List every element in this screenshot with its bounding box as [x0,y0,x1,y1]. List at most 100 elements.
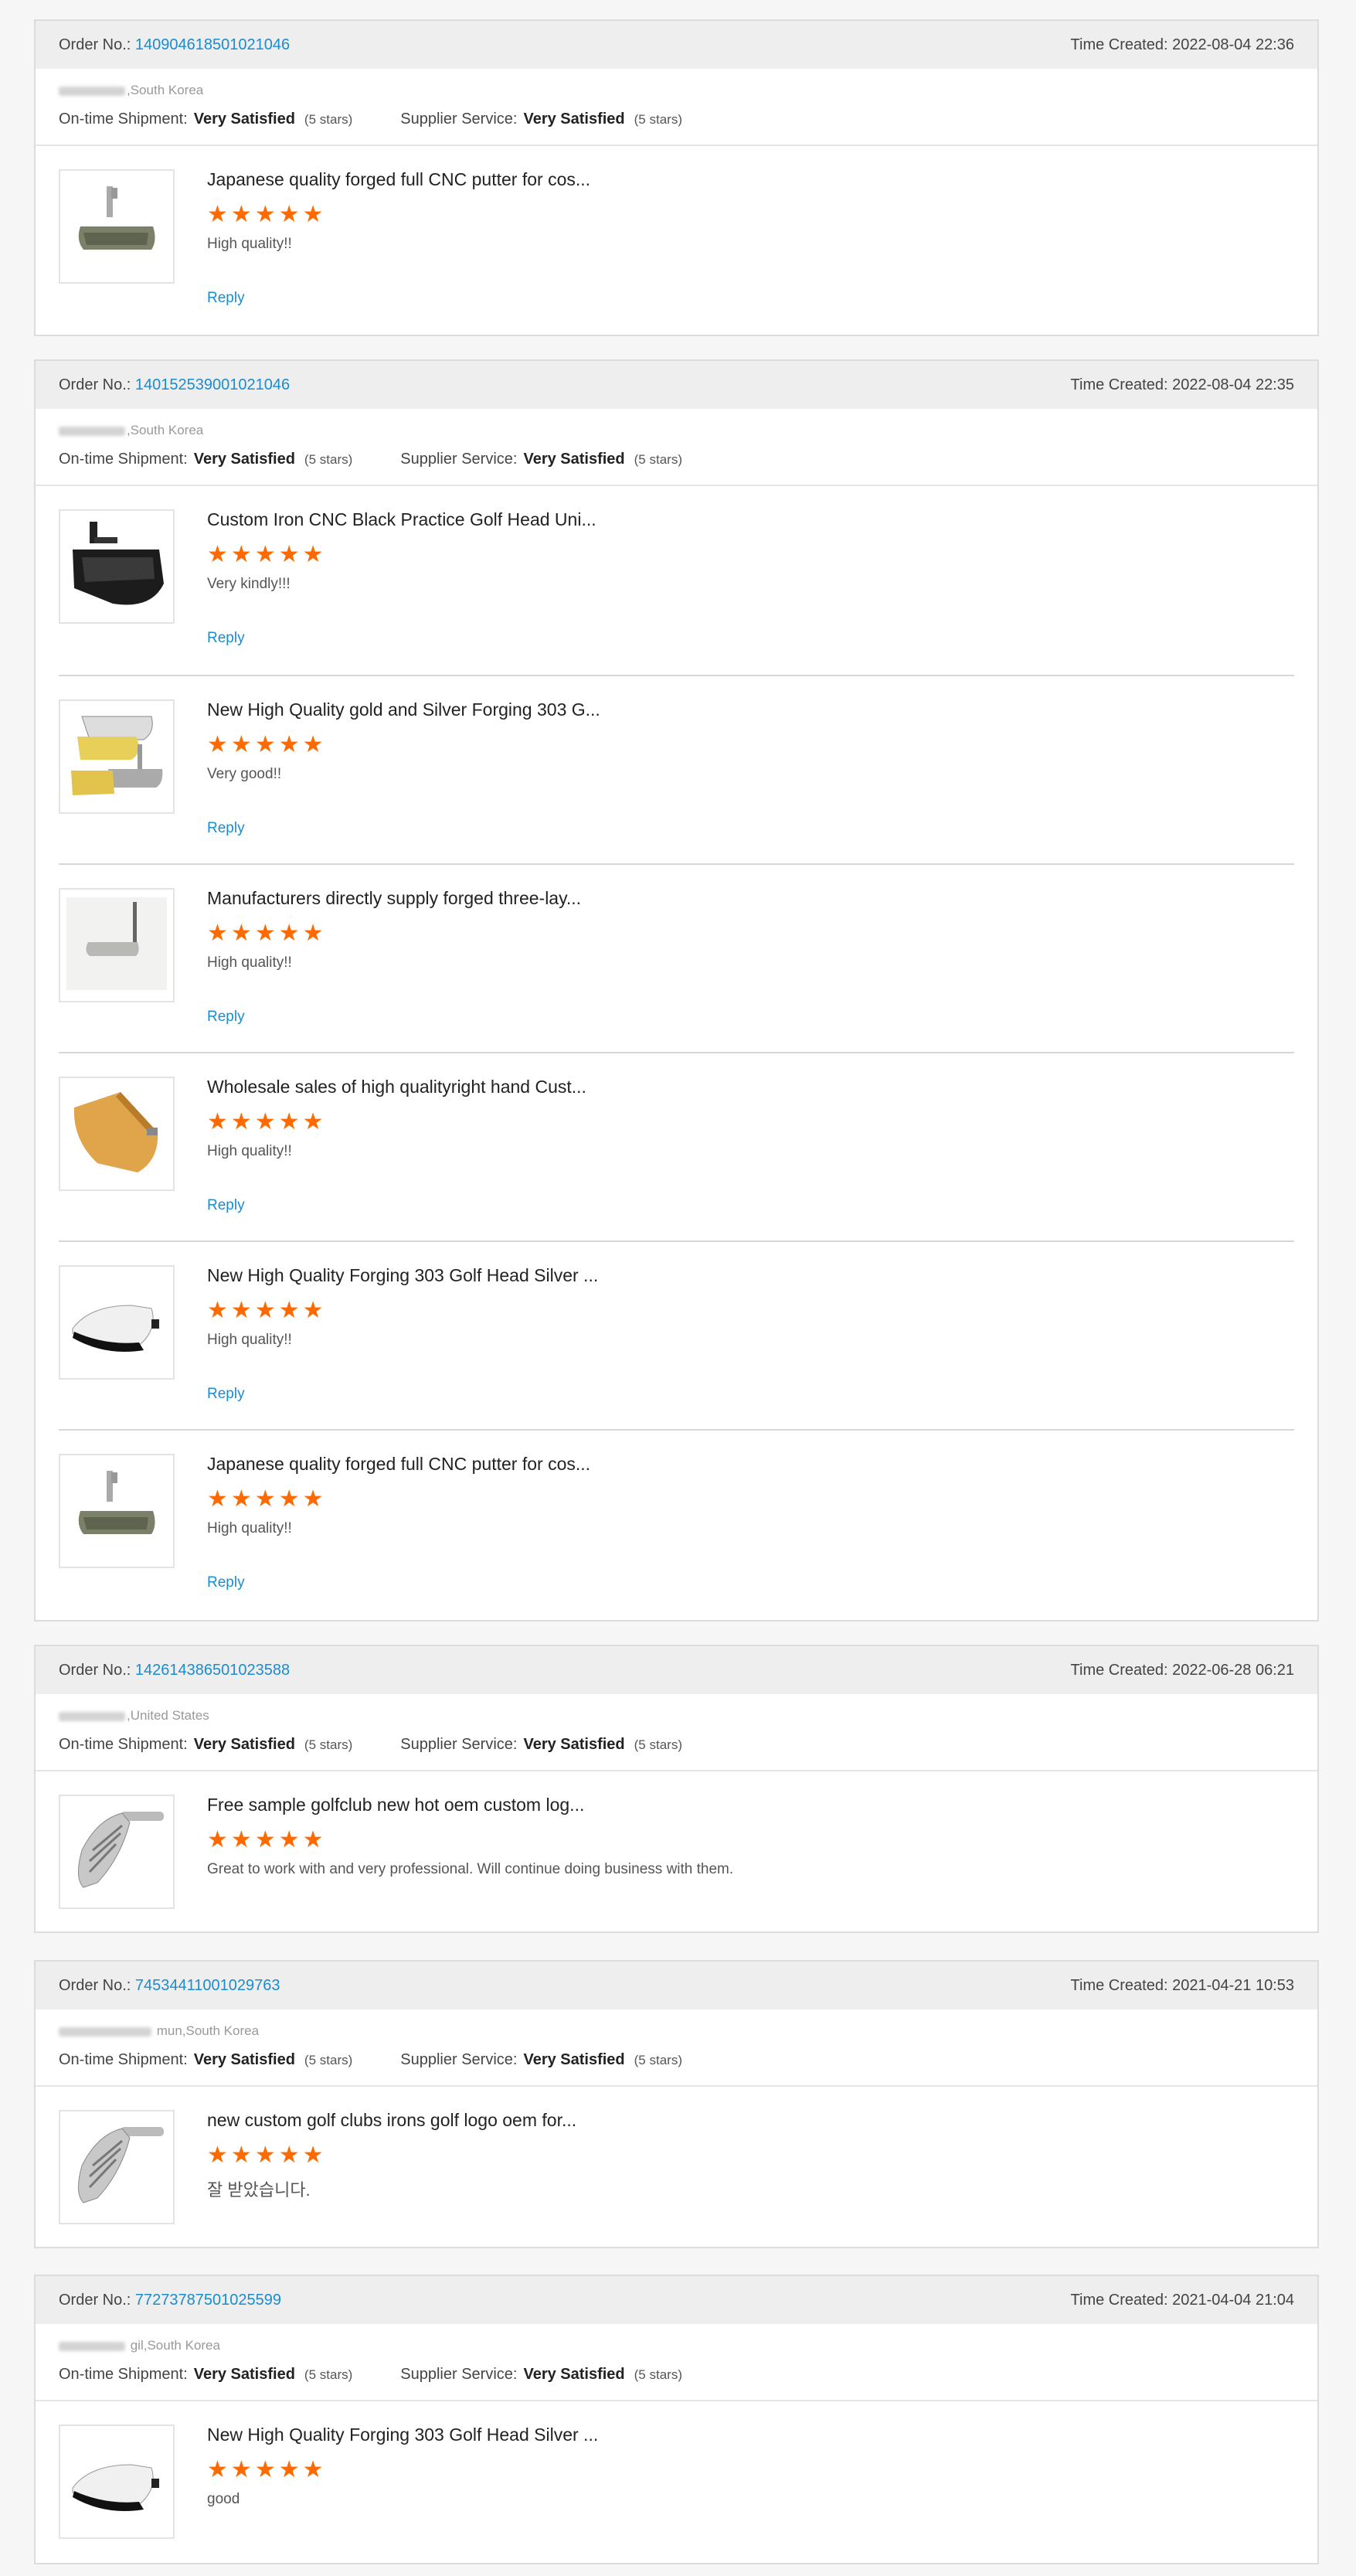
product-title-link[interactable]: Japanese quality forged full CNC putter … [207,1454,590,1475]
on-time-shipment-rating: On-time Shipment: Very Satisfied (5 stars) [59,2051,352,2069]
time-created-value: 2022-08-04 22:36 [1172,36,1294,53]
order-no-link[interactable]: 140152539001021046 [135,376,290,393]
supplier-service-stars: (5 stars) [634,452,682,467]
product-title-link[interactable]: new custom golf clubs irons golf logo oe… [207,2110,576,2131]
order-ratings: On-time Shipment: Very Satisfied (5 stars)… [59,111,682,128]
product-star-rating: ★ ★ ★ ★ ★ [207,1829,324,1852]
order-no-link[interactable]: 74534411001029763 [135,1977,280,1994]
product-title-link[interactable]: Japanese quality forged full CNC putter … [207,169,590,190]
product-thumbnail[interactable] [59,2425,175,2539]
reply-link[interactable]: Reply [207,290,245,307]
review-comment: Great to work with and very professional… [207,1861,734,1877]
on-time-shipment-stars: (5 stars) [304,112,353,127]
star-icon: ★ [254,732,276,757]
star-icon: ★ [254,202,276,227]
on-time-shipment-rating: On-time Shipment: Very Satisfied (5 stars) [59,1736,352,1754]
star-icon: ★ [302,2142,324,2168]
star-icon: ★ [278,1486,300,1512]
supplier-service-rating: Supplier Service: Very Satisfied (5 stars) [400,1736,682,1754]
time-created: Time Created: 2022-08-04 22:35 [1071,376,1294,394]
star-icon: ★ [230,920,252,946]
star-icon: ★ [230,202,252,227]
black-putter-head-image [66,519,167,615]
product-title-link[interactable]: New High Quality gold and Silver Forging… [207,699,600,720]
order-no-link[interactable]: 77273787501025599 [135,2292,281,2309]
order-card: Order No.: 140904618501021046 Time Create… [34,19,1319,336]
product-star-rating: ★ ★ ★ ★ ★ [207,1299,324,1322]
order-card: Order No.: 140152539001021046 Time Create… [34,359,1319,1621]
buyer-section: gil,South Korea On-time Shipment: Very Sat… [36,2324,1317,2401]
product-thumbnail[interactable] [59,699,175,814]
review-comment: Very kindly!!! [207,576,291,592]
star-icon: ★ [207,1827,228,1853]
star-icon: ★ [254,2457,276,2482]
star-icon: ★ [302,2457,324,2482]
buyer-info: gil,South Korea [59,2338,220,2353]
product-thumbnail[interactable] [59,509,175,624]
on-time-shipment-label: On-time Shipment: [59,111,188,128]
supplier-service-rating: Supplier Service: Very Satisfied (5 stars) [400,2366,682,2384]
time-created-label: Time Created: [1070,1661,1168,1679]
product-thumbnail[interactable] [59,1077,175,1191]
time-created-label: Time Created: [1070,1976,1168,1994]
blurred-buyer-name [59,426,125,436]
reply-link[interactable]: Reply [207,1009,245,1026]
time-created-label: Time Created: [1070,376,1168,393]
on-time-shipment-value: Very Satisfied [193,2366,295,2383]
supplier-service-stars: (5 stars) [634,1737,682,1752]
review-item: Japanese quality forged full CNC putter … [59,1429,1294,1618]
supplier-service-value: Very Satisfied [523,111,625,128]
on-time-shipment-stars: (5 stars) [304,1737,353,1752]
buyer-info: ,South Korea [59,83,203,98]
supplier-service-stars: (5 stars) [634,2367,682,2382]
product-thumbnail[interactable] [59,2110,175,2224]
product-thumbnail[interactable] [59,1454,175,1568]
product-star-rating: ★ ★ ★ ★ ★ [207,203,324,226]
blurred-buyer-name [59,1711,125,1721]
reply-link[interactable]: Reply [207,820,245,837]
reply-link[interactable]: Reply [207,1197,245,1214]
product-star-rating: ★ ★ ★ ★ ★ [207,1111,324,1134]
star-icon: ★ [230,1827,252,1853]
reply-link[interactable]: Reply [207,630,245,647]
product-title-link[interactable]: Manufacturers directly supply forged thr… [207,888,581,909]
blurred-buyer-name [59,2341,125,2351]
supplier-service-value: Very Satisfied [523,451,625,468]
product-title-link[interactable]: Wholesale sales of high qualityright han… [207,1077,586,1097]
product-thumbnail[interactable] [59,169,175,284]
buyer-info: mun,South Korea [59,2023,259,2039]
product-title-link[interactable]: New High Quality Forging 303 Golf Head S… [207,1265,598,1286]
order-number: Order No.: 140904618501021046 [59,36,290,54]
order-header: Order No.: 142614386501023588 Time Create… [36,1646,1317,1694]
star-icon: ★ [302,1298,324,1323]
product-title-link[interactable]: New High Quality Forging 303 Golf Head S… [207,2425,598,2445]
buyer-location: gil,South Korea [127,2338,220,2353]
buyer-section: ,South Korea On-time Shipment: Very Satisf… [36,69,1317,146]
star-icon: ★ [302,1486,324,1512]
buyer-section: ,South Korea On-time Shipment: Very Satisf… [36,409,1317,486]
supplier-service-label: Supplier Service: [400,451,518,468]
silver-putter-head-image [66,1274,167,1371]
product-title-link[interactable]: Free sample golfclub new hot oem custom … [207,1795,584,1815]
order-ratings: On-time Shipment: Very Satisfied (5 stars)… [59,2051,682,2069]
product-thumbnail[interactable] [59,1265,175,1380]
blurred-buyer-name [59,86,125,96]
order-no-link[interactable]: 142614386501023588 [135,1662,290,1679]
product-thumbnail[interactable] [59,1795,175,1909]
reply-link[interactable]: Reply [207,1574,245,1591]
star-icon: ★ [230,1486,252,1512]
review-comment: High quality!! [207,1520,292,1536]
review-comment: 잘 받았습니다. [207,2180,311,2200]
order-no-link[interactable]: 140904618501021046 [135,36,290,53]
buyer-location: ,South Korea [127,423,204,437]
review-item: Custom Iron CNC Black Practice Golf Head… [59,486,1294,675]
reply-link[interactable]: Reply [207,1386,245,1403]
star-icon: ★ [207,542,228,567]
star-icon: ★ [254,542,276,567]
product-title-link[interactable]: Custom Iron CNC Black Practice Golf Head… [207,509,596,530]
star-icon: ★ [278,2457,300,2482]
buyer-location: ,United States [127,1708,209,1723]
star-icon: ★ [302,1827,324,1853]
time-created: Time Created: 2022-08-04 22:36 [1071,36,1294,54]
product-thumbnail[interactable] [59,888,175,1002]
